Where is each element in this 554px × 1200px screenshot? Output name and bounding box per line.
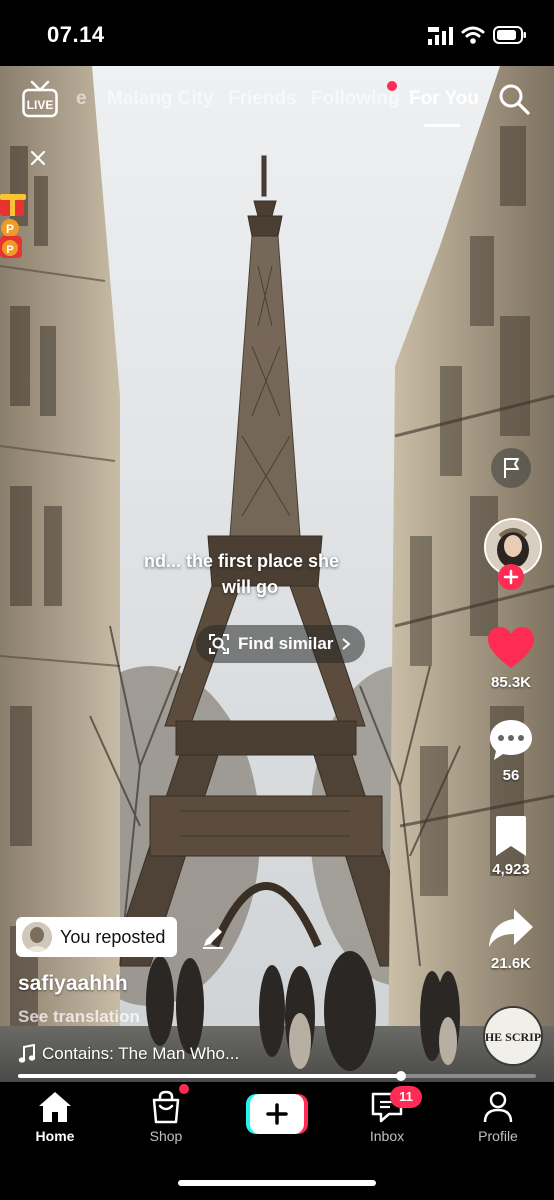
inbox-unread-badge: 11	[390, 1086, 422, 1108]
wifi-icon	[461, 26, 485, 44]
plus-icon	[503, 569, 519, 585]
active-tab-indicator	[424, 124, 460, 127]
repost-avatar	[22, 922, 52, 952]
nav-home-label: Home	[35, 1128, 75, 1144]
report-flag-button[interactable]	[491, 448, 531, 488]
create-plus-button[interactable]	[246, 1094, 308, 1134]
album-cover-icon: THE SCRIPT	[485, 1008, 541, 1064]
shop-notification-dot	[179, 1084, 189, 1094]
nav-home[interactable]: Home	[10, 1090, 100, 1144]
save-count: 4,923	[492, 861, 530, 878]
live-tv-icon[interactable]: LIVE	[22, 80, 58, 118]
like-count: 85.3K	[490, 674, 532, 691]
nav-profile-label: Profile	[478, 1128, 518, 1144]
tab-following[interactable]: Following	[311, 88, 400, 110]
comment-icon[interactable]	[486, 718, 536, 762]
tiktok-feed-screen: 07.14 LIVE e Malang City Friends Followi…	[0, 0, 554, 1200]
see-translation-link[interactable]: See translation	[18, 1007, 140, 1027]
repost-indicator[interactable]: You reposted	[16, 917, 178, 957]
video-progress-fill	[18, 1074, 402, 1078]
status-time: 07.14	[47, 22, 105, 47]
shop-bag-icon	[152, 1090, 180, 1124]
video-caption-line-2: will go	[222, 577, 278, 597]
following-notification-dot	[387, 81, 397, 91]
home-icon	[39, 1092, 71, 1122]
chevron-right-icon	[342, 638, 351, 650]
share-count: 21.6K	[490, 955, 532, 972]
svg-text:P: P	[6, 244, 13, 256]
rewards-gift-icon[interactable]: P P	[0, 188, 28, 270]
flag-icon	[504, 458, 519, 478]
music-note-icon	[18, 1044, 36, 1063]
nav-shop-label: Shop	[149, 1128, 183, 1144]
comment-count: 56	[502, 767, 520, 784]
nav-inbox-label: Inbox	[369, 1128, 405, 1144]
bookmark-icon[interactable]	[486, 814, 536, 858]
follow-button[interactable]	[498, 564, 524, 590]
video-progress-bar[interactable]	[18, 1071, 536, 1081]
repost-avatar-image	[22, 922, 52, 952]
music-disc-icon[interactable]: THE SCRIPT	[483, 1006, 543, 1066]
tab-explore-partial[interactable]: e	[76, 88, 87, 110]
tab-friends[interactable]: Friends	[228, 88, 297, 110]
find-similar-label: Find similar	[238, 634, 334, 653]
nav-profile[interactable]: Profile	[453, 1090, 543, 1144]
tab-for-you[interactable]: For You	[409, 88, 479, 110]
music-title: Contains: The Man Who...	[42, 1044, 240, 1063]
like-heart-icon[interactable]	[486, 626, 536, 670]
nav-shop[interactable]: Shop	[121, 1090, 211, 1144]
cellular-signal-icon	[428, 27, 453, 45]
album-cover-text: THE SCRIPT	[485, 1030, 541, 1044]
close-icon[interactable]	[28, 148, 48, 168]
status-bar: 07.14	[0, 0, 554, 66]
search-icon[interactable]	[498, 83, 530, 115]
video-caption-line-1: nd... the first place she	[144, 551, 340, 571]
music-info[interactable]: Contains: The Man Who...	[18, 1044, 239, 1064]
repost-label: You reposted	[60, 926, 166, 947]
creator-username[interactable]: safiyaahhh	[18, 972, 128, 996]
home-indicator[interactable]	[178, 1180, 376, 1186]
find-similar-button[interactable]: Find similar	[196, 625, 366, 663]
battery-icon	[493, 26, 526, 44]
tab-malang-city[interactable]: Malang City	[107, 88, 214, 110]
edit-pencil-icon[interactable]	[200, 924, 226, 950]
live-label: LIVE	[27, 98, 54, 112]
share-arrow-icon[interactable]	[486, 906, 536, 950]
svg-text:P: P	[6, 222, 14, 236]
visual-search-icon	[209, 634, 229, 654]
profile-icon	[483, 1091, 513, 1123]
